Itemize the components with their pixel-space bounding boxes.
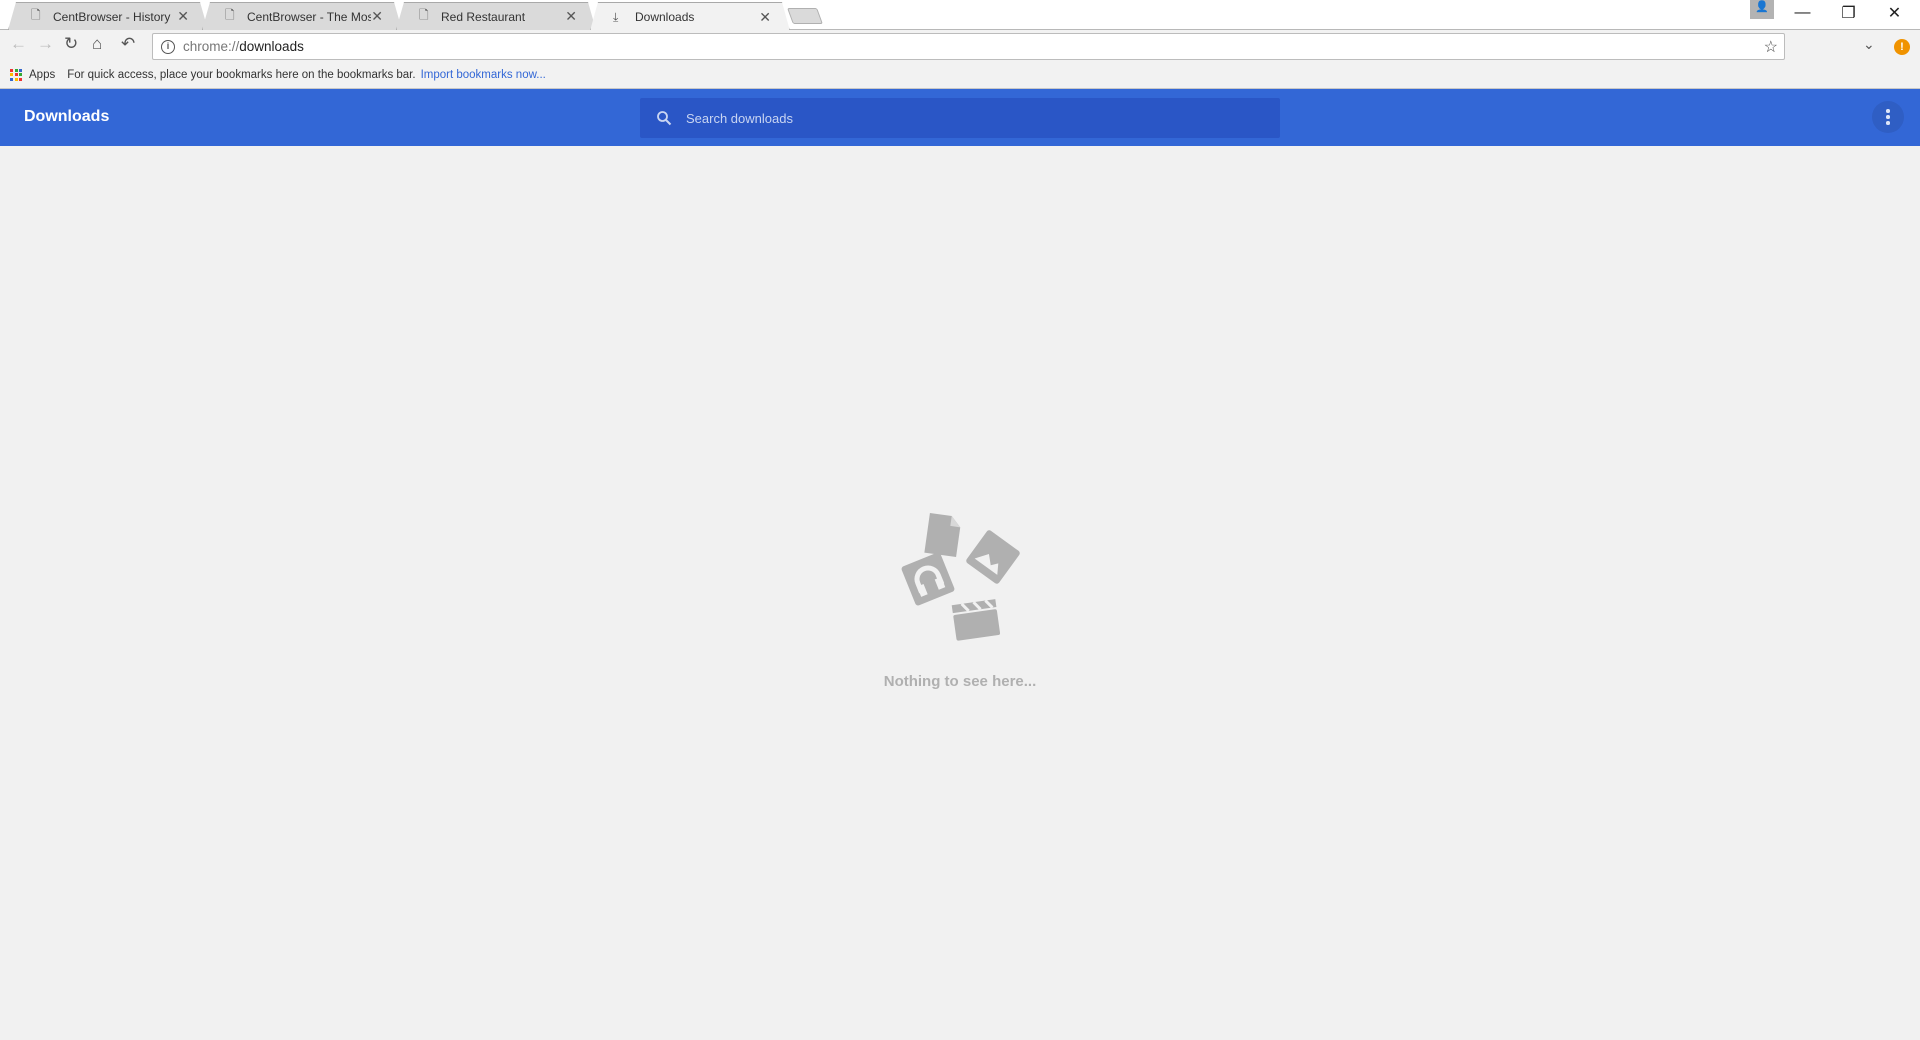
page-icon: 🗋 (31, 8, 41, 22)
close-tab-icon[interactable]: ✕ (371, 8, 383, 25)
apps-link[interactable]: Apps (29, 69, 55, 81)
tab-downloads[interactable]: ⤓ Downloads ✕ (590, 2, 790, 31)
back-icon[interactable]: ← (10, 34, 27, 54)
audio-icon (901, 552, 955, 606)
bookmarks-bar: Apps For quick access, place your bookma… (0, 61, 1920, 89)
undo-icon[interactable]: ↶ (121, 34, 135, 54)
close-tab-icon[interactable]: ✕ (759, 9, 771, 26)
apps-icon[interactable] (10, 68, 22, 81)
profile-icon[interactable]: 👤 (1750, 0, 1774, 19)
page-title: Downloads (24, 108, 110, 125)
page-icon: 🗋 (225, 8, 235, 22)
bookmarks-hint: For quick access, place your bookmarks h… (67, 68, 416, 81)
page-icon: 🗋 (419, 8, 429, 22)
empty-state: Nothing to see here... (860, 480, 1060, 700)
new-tab-button[interactable] (787, 8, 823, 24)
empty-message: Nothing to see here... (883, 673, 1037, 690)
image-icon (966, 530, 1020, 584)
download-icon: ⤓ (613, 9, 619, 24)
warning-icon[interactable]: ! (1894, 39, 1910, 55)
empty-downloads-illustration (901, 512, 1020, 641)
address-bar[interactable]: i chrome://downloads ☆ (152, 33, 1785, 60)
restore-button[interactable]: ❐ (1826, 0, 1871, 26)
reload-icon[interactable]: ↻ (64, 34, 78, 54)
tab-strip: 🗋 CentBrowser - History ✕ 🗋 CentBrowser - T… (0, 0, 1920, 30)
extensions-chevron-icon[interactable]: ⌄ (1863, 36, 1875, 53)
close-window-button[interactable]: ✕ (1872, 0, 1917, 26)
close-tab-icon[interactable]: ✕ (177, 8, 189, 25)
star-icon[interactable]: ☆ (1764, 37, 1778, 57)
downloads-header: Downloads Search downloads (0, 89, 1920, 146)
info-icon[interactable]: i (161, 39, 175, 54)
tab-red-restaurant[interactable]: 🗋 Red Restaurant ✕ (396, 2, 596, 30)
more-options-button[interactable] (1872, 101, 1904, 133)
close-tab-icon[interactable]: ✕ (565, 8, 577, 25)
video-icon (951, 599, 1001, 641)
tab-history[interactable]: 🗋 CentBrowser - History ✕ (8, 2, 208, 30)
search-input[interactable]: Search downloads (640, 98, 1280, 138)
forward-icon[interactable]: → (37, 34, 54, 54)
home-icon[interactable]: ⌂ (92, 34, 102, 54)
document-icon (924, 512, 961, 558)
minimize-button[interactable]: — (1780, 0, 1825, 26)
toolbar: ← → ↻ ⌂ ↶ i chrome://downloads ☆ ⌄ ! (0, 30, 1920, 61)
search-icon (657, 111, 672, 126)
import-bookmarks-link[interactable]: Import bookmarks now... (421, 69, 546, 81)
tab-centbrowser[interactable]: 🗋 CentBrowser - The Most ✕ (202, 2, 402, 30)
